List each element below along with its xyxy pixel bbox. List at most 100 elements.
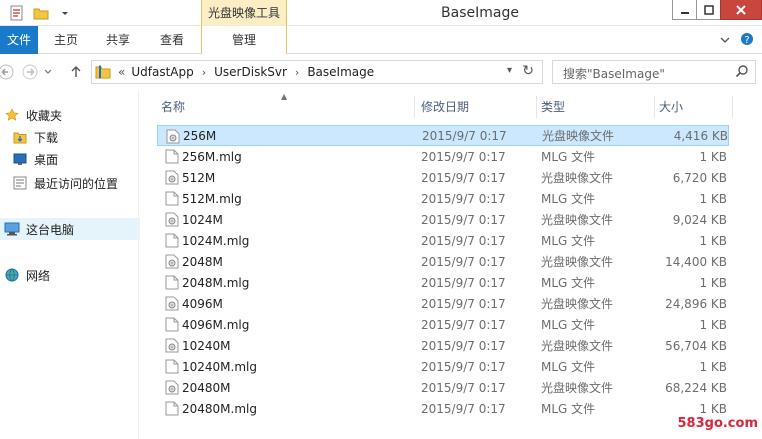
- file-row[interactable]: 20480M.mlg 2015/9/7 0:17 MLG 文件 1 KB: [157, 398, 729, 419]
- file-row[interactable]: 10240M 2015/9/7 0:17 光盘映像文件 56,704 KB: [157, 335, 729, 356]
- address-bar[interactable]: « UdfastApp › UserDiskSvr › BaseImage ▾ …: [91, 60, 543, 84]
- properties-icon[interactable]: [8, 4, 26, 22]
- nav-item-desktop[interactable]: 桌面: [12, 148, 152, 170]
- nav-item-favorites[interactable]: 收藏夹: [4, 104, 144, 126]
- up-button[interactable]: [66, 62, 86, 82]
- disc-image-file-icon: [165, 212, 179, 227]
- context-tab-group-title: 光盘映像工具: [201, 0, 287, 26]
- close-icon: [736, 4, 746, 15]
- disc-image-file-icon: [165, 380, 179, 395]
- file-type: MLG 文件: [541, 192, 596, 206]
- file-row[interactable]: 20480M 2015/9/7 0:17 光盘映像文件 68,224 KB: [157, 377, 729, 398]
- file-row[interactable]: 4096M 2015/9/7 0:17 光盘映像文件 24,896 KB: [157, 293, 729, 314]
- search-icon[interactable]: [735, 64, 749, 81]
- file-row[interactable]: 512M 2015/9/7 0:17 光盘映像文件 6,720 KB: [157, 167, 729, 188]
- svg-text:?: ?: [744, 35, 749, 46]
- file-name: 512M: [182, 170, 216, 185]
- file-type: MLG 文件: [541, 150, 596, 164]
- file-type: 光盘映像文件: [541, 339, 614, 353]
- column-header-name[interactable]: 名称: [159, 96, 415, 118]
- file-modified-date: 2015/9/7 0:17: [421, 296, 506, 311]
- minimize-button[interactable]: [672, 0, 696, 20]
- refresh-icon[interactable]: ↻: [522, 63, 534, 79]
- file-row[interactable]: 4096M.mlg 2015/9/7 0:17 MLG 文件 1 KB: [157, 314, 729, 335]
- generic-file-icon: [165, 149, 179, 164]
- file-row[interactable]: 512M.mlg 2015/9/7 0:17 MLG 文件 1 KB: [157, 188, 729, 209]
- file-modified-date: 2015/9/7 0:17: [422, 128, 507, 143]
- generic-file-icon: [165, 191, 179, 206]
- file-type: 光盘映像文件: [541, 381, 614, 395]
- recent-locations-button[interactable]: [42, 62, 54, 82]
- file-type: 光盘映像文件: [541, 297, 614, 311]
- breadcrumb-item[interactable]: BaseImage: [307, 65, 374, 79]
- nav-item-label: 收藏夹: [26, 108, 63, 123]
- window-title: BaseImage: [441, 5, 519, 21]
- column-header-type[interactable]: 类型: [539, 96, 655, 118]
- tab-file[interactable]: 文件: [0, 26, 38, 54]
- nav-item-this-pc[interactable]: 这台电脑: [0, 218, 140, 240]
- file-name: 4096M.mlg: [182, 317, 250, 332]
- file-row[interactable]: 2048M 2015/9/7 0:17 光盘映像文件 14,400 KB: [157, 251, 729, 272]
- nav-item-downloads[interactable]: 下载: [12, 126, 152, 148]
- generic-file-icon: [165, 401, 179, 416]
- file-name: 10240M: [182, 338, 231, 353]
- file-row[interactable]: 2048M.mlg 2015/9/7 0:17 MLG 文件 1 KB: [157, 272, 729, 293]
- breadcrumb-item[interactable]: UdfastApp: [131, 65, 193, 79]
- column-header-date[interactable]: 修改日期: [419, 96, 537, 118]
- tab-home[interactable]: 主页: [44, 26, 88, 54]
- chevron-down-icon: [44, 69, 52, 74]
- tab-manage[interactable]: 管理: [201, 26, 287, 54]
- back-button[interactable]: [0, 62, 16, 82]
- nav-item-label: 桌面: [34, 152, 59, 167]
- file-size: 1 KB: [699, 233, 727, 248]
- new-folder-icon[interactable]: [32, 4, 50, 22]
- maximize-button[interactable]: [696, 0, 720, 20]
- tab-share[interactable]: 共享: [96, 26, 140, 54]
- column-header-size[interactable]: 大小: [657, 96, 733, 118]
- file-type: MLG 文件: [541, 276, 596, 290]
- file-size: 68,224 KB: [665, 380, 727, 395]
- file-row[interactable]: 256M.mlg 2015/9/7 0:17 MLG 文件 1 KB: [157, 146, 729, 167]
- file-name: 1024M.mlg: [182, 233, 250, 248]
- ribbon-tab-bar: 文件 主页 共享 查看 管理 ?: [0, 26, 762, 54]
- file-size: 1 KB: [699, 317, 727, 332]
- column-header-row: ▲ 名称 修改日期 类型 大小: [157, 92, 757, 118]
- expand-ribbon-icon[interactable]: [720, 34, 730, 48]
- close-button[interactable]: [720, 0, 762, 20]
- file-name: 256M.mlg: [182, 149, 242, 164]
- nav-item-label: 网络: [26, 268, 51, 283]
- file-row[interactable]: 1024M 2015/9/7 0:17 光盘映像文件 9,024 KB: [157, 209, 729, 230]
- search-input[interactable]: 搜索"BaseImage": [563, 65, 665, 82]
- file-row[interactable]: 10240M.mlg 2015/9/7 0:17 MLG 文件 1 KB: [157, 356, 729, 377]
- tab-view[interactable]: 查看: [150, 26, 194, 54]
- file-size: 1 KB: [699, 149, 727, 164]
- file-row[interactable]: 1024M.mlg 2015/9/7 0:17 MLG 文件 1 KB: [157, 230, 729, 251]
- file-type: MLG 文件: [541, 318, 596, 332]
- nav-item-label: 下载: [34, 130, 59, 145]
- nav-item-network[interactable]: 网络: [4, 264, 144, 286]
- file-name: 10240M.mlg: [182, 359, 257, 374]
- generic-file-icon: [165, 275, 179, 290]
- file-row[interactable]: 256M 2015/9/7 0:17 光盘映像文件 4,416 KB: [157, 125, 729, 146]
- help-icon[interactable]: ?: [740, 32, 754, 49]
- breadcrumb-separator-icon[interactable]: ›: [202, 66, 206, 79]
- disc-image-file-icon: [165, 170, 179, 185]
- star-icon: [4, 107, 20, 123]
- navigation-bar: « UdfastApp › UserDiskSvr › BaseImage ▾ …: [0, 54, 762, 90]
- file-type: MLG 文件: [541, 402, 596, 416]
- forward-button[interactable]: [20, 62, 40, 82]
- pane-divider[interactable]: [138, 90, 139, 439]
- file-modified-date: 2015/9/7 0:17: [421, 191, 506, 206]
- breadcrumb-separator-icon[interactable]: ›: [295, 66, 299, 79]
- nav-item-recent-places[interactable]: 最近访问的位置: [12, 172, 152, 194]
- generic-file-icon: [165, 233, 179, 248]
- file-type: MLG 文件: [541, 360, 596, 374]
- customize-qat-dropdown-icon[interactable]: [56, 4, 74, 22]
- address-dropdown-icon[interactable]: ▾: [507, 65, 512, 76]
- breadcrumb-item[interactable]: UserDiskSvr: [214, 65, 287, 79]
- breadcrumb-overflow[interactable]: «: [118, 65, 125, 79]
- file-modified-date: 2015/9/7 0:17: [421, 338, 506, 353]
- file-modified-date: 2015/9/7 0:17: [421, 212, 506, 227]
- file-type: 光盘映像文件: [541, 255, 614, 269]
- search-box[interactable]: 搜索"BaseImage": [552, 60, 756, 84]
